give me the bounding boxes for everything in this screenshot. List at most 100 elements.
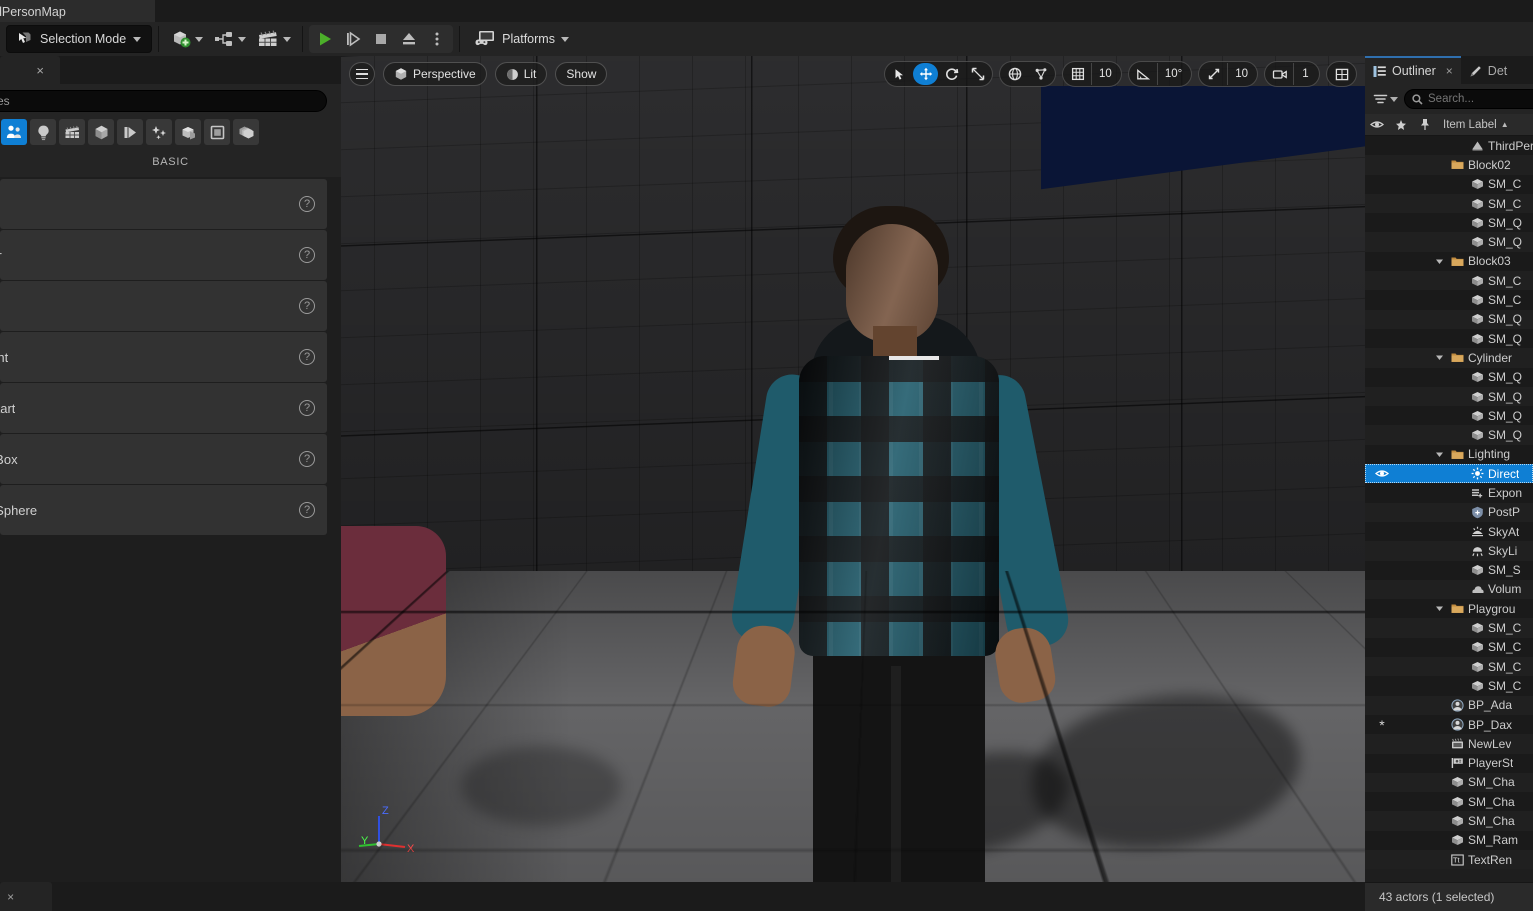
select-tool-button[interactable] [887, 63, 912, 85]
outliner-row[interactable]: SM_C [1365, 174, 1533, 194]
viewport-lit-dropdown[interactable]: Lit [494, 62, 548, 86]
outliner-row[interactable]: SM_Q [1365, 406, 1533, 426]
grid-snap-toggle[interactable] [1065, 63, 1090, 85]
level-tab-thirdpersonmap[interactable]: irdPersonMap [0, 0, 155, 22]
blueprints-button[interactable] [208, 25, 251, 53]
help-icon[interactable]: ? [299, 400, 315, 416]
tab-details[interactable]: Det [1460, 56, 1516, 84]
column-pin[interactable] [1413, 118, 1437, 131]
close-icon[interactable]: × [36, 63, 44, 78]
camera-icon[interactable] [1267, 63, 1292, 85]
unsaved-marker[interactable]: * [1365, 717, 1399, 733]
help-icon[interactable]: ? [299, 451, 315, 467]
level-viewport[interactable]: Perspective Lit Show 10 10° 10 1 Z X Y [341, 56, 1365, 882]
outliner-filter-button[interactable] [1371, 93, 1400, 106]
expander-caret-icon[interactable] [1435, 604, 1447, 613]
category-basic[interactable] [1, 119, 27, 145]
scale-snap-value[interactable]: 10 [1227, 63, 1255, 85]
place-actor-item[interactable]: cter? [0, 230, 327, 280]
world-coordinate-button[interactable] [1002, 63, 1027, 85]
skip-frame-button[interactable] [339, 26, 367, 52]
outliner-row[interactable]: SM_C [1365, 618, 1533, 638]
outliner-row-selected[interactable]: Direct [1365, 464, 1533, 484]
surface-snap-button[interactable] [1028, 63, 1053, 85]
outliner-row[interactable]: NewLev [1365, 734, 1533, 754]
help-icon[interactable]: ? [299, 298, 315, 314]
outliner-row[interactable]: * BP_Dax [1365, 714, 1533, 735]
outliner-row[interactable]: Volum [1365, 579, 1533, 600]
add-actor-button[interactable] [165, 25, 208, 53]
viewport-options-menu[interactable] [349, 62, 375, 86]
outliner-row[interactable]: PlayerSt [1365, 753, 1533, 773]
grid-snap-value[interactable]: 10 [1091, 63, 1119, 85]
outliner-row[interactable]: SM_C [1365, 637, 1533, 658]
outliner-row[interactable]: SM_Q [1365, 232, 1533, 252]
play-more-options-button[interactable] [423, 26, 451, 52]
help-icon[interactable]: ? [299, 247, 315, 263]
outliner-row[interactable]: SM_Q [1365, 328, 1533, 349]
outliner-row[interactable]: SM_Cha [1365, 792, 1533, 812]
place-actor-item[interactable]: ? [0, 179, 327, 229]
outliner-row[interactable]: ThirdPers [1365, 136, 1533, 156]
outliner-row[interactable]: SM_C [1365, 290, 1533, 310]
outliner-row[interactable]: SM_S [1365, 560, 1533, 580]
outliner-row[interactable]: Tt TextRen [1365, 849, 1533, 870]
outliner-row[interactable]: Lighting [1365, 444, 1533, 465]
expander-caret-icon[interactable] [1435, 450, 1447, 459]
third-person-character[interactable] [641, 196, 1161, 882]
outliner-row[interactable]: SM_Q [1365, 309, 1533, 329]
outliner-row[interactable]: Block02 [1365, 155, 1533, 175]
column-visibility[interactable] [1365, 119, 1389, 130]
category-shapes[interactable] [88, 119, 114, 145]
eject-button[interactable] [395, 26, 423, 52]
platforms-dropdown[interactable]: Platforms [466, 25, 577, 53]
rotate-tool-button[interactable] [939, 63, 964, 85]
outliner-row[interactable]: SM_Q [1365, 213, 1533, 233]
selection-mode-dropdown[interactable]: Selection Mode [6, 25, 153, 53]
column-favorite[interactable] [1389, 119, 1413, 131]
place-actor-item[interactable]: ? [0, 281, 327, 331]
place-actor-item[interactable]: er Sphere? [0, 485, 327, 535]
angle-snap-toggle[interactable] [1131, 63, 1156, 85]
place-actors-tab[interactable]: × [0, 56, 60, 84]
outliner-row[interactable]: SM_C [1365, 676, 1533, 696]
help-icon[interactable]: ? [299, 196, 315, 212]
scale-snap-toggle[interactable] [1201, 63, 1226, 85]
help-icon[interactable]: ? [299, 502, 315, 518]
place-actor-item[interactable]: er Box? [0, 434, 327, 484]
close-icon[interactable]: × [7, 890, 14, 904]
place-actor-item[interactable]: Light? [0, 332, 327, 382]
column-item-label[interactable]: Item Label ▲ [1437, 119, 1509, 131]
stop-button[interactable] [367, 26, 395, 52]
place-actor-item[interactable]: r Start? [0, 383, 327, 433]
outliner-row[interactable]: SM_C [1365, 193, 1533, 214]
category-visual-effects-fx[interactable] [117, 119, 143, 145]
category-cinematic[interactable] [59, 119, 85, 145]
outliner-search[interactable] [1404, 89, 1533, 109]
camera-speed-value[interactable]: 1 [1293, 63, 1317, 85]
cinematics-button[interactable] [251, 25, 296, 53]
outliner-row[interactable]: BP_Ada [1365, 695, 1533, 715]
outliner-row[interactable]: Block03 [1365, 251, 1533, 272]
viewport-show-dropdown[interactable]: Show [555, 62, 608, 86]
outliner-row[interactable]: SM_Q [1365, 425, 1533, 445]
expander-caret-icon[interactable] [1435, 353, 1447, 362]
content-browser-tab[interactable]: er × [0, 882, 52, 911]
outliner-row[interactable]: PostP [1365, 502, 1533, 522]
outliner-search-input[interactable] [1428, 93, 1533, 105]
help-icon[interactable]: ? [299, 349, 315, 365]
outliner-row[interactable]: SM_Cha [1365, 772, 1533, 793]
outliner-row[interactable]: Playgrou [1365, 599, 1533, 619]
viewport-perspective-dropdown[interactable]: Perspective [383, 62, 487, 86]
move-tool-button[interactable] [913, 63, 939, 85]
close-icon[interactable]: × [1446, 64, 1453, 78]
outliner-row[interactable]: SM_Q [1365, 386, 1533, 407]
outliner-row[interactable]: SkyAt [1365, 521, 1533, 542]
tab-outliner[interactable]: Outliner × [1365, 56, 1461, 84]
outliner-row[interactable]: SM_Q [1365, 367, 1533, 387]
category-lights[interactable] [30, 119, 56, 145]
angle-snap-value[interactable]: 10° [1156, 63, 1189, 85]
outliner-row[interactable]: Expon [1365, 483, 1533, 503]
outliner-row[interactable]: SM_C [1365, 271, 1533, 291]
outliner-row[interactable]: SkyLi [1365, 541, 1533, 561]
